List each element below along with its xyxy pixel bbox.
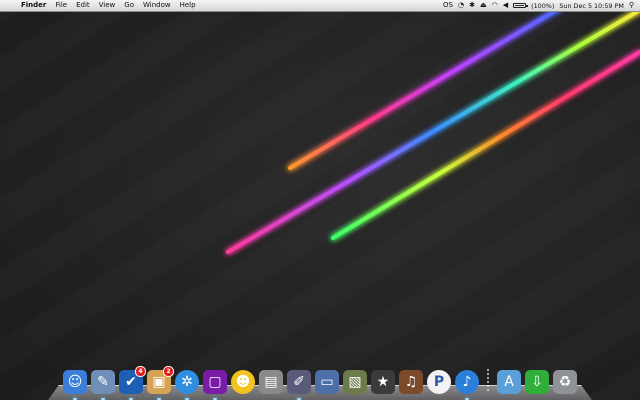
bluetooth-icon[interactable]: ✱	[469, 0, 475, 11]
spotlight-search-icon[interactable]: ⚲	[629, 0, 634, 11]
safari-icon: ✲	[175, 370, 199, 394]
dock: ☺ ✎ ✔ 4 ▣ 2 ✲ ▢ ☻ ▤ ✐ ▭ ▧ ★ ♫ P ♪ A ⇩ ♻	[62, 365, 578, 400]
iphoto-icon: ▧	[343, 370, 367, 394]
volume-icon[interactable]: ◀	[503, 0, 508, 11]
dock-item-preview[interactable]: ✎	[90, 369, 116, 400]
applications-folder-icon: A	[497, 370, 521, 394]
dock-item-trash[interactable]: ♻	[552, 369, 578, 395]
imovie-star-icon: ★	[371, 370, 395, 394]
menu-finder[interactable]: Finder	[21, 0, 46, 11]
dock-separator[interactable]	[487, 369, 489, 391]
streak-orange-blue	[288, 12, 558, 170]
menu-file[interactable]: File	[55, 0, 67, 11]
status-area: OS ◔ ✱ ⏏ ◠ ◀ (100%) Sun Dec 5 10:59 PM ⚲	[443, 0, 634, 11]
preview-icon: ✎	[91, 370, 115, 394]
dock-item-garageband[interactable]: ♫	[398, 369, 424, 395]
guitar-icon: ♫	[399, 370, 423, 394]
dock-item-screen[interactable]: ▢	[202, 369, 228, 400]
download-file-icon: ⇩	[525, 370, 549, 394]
menu-window[interactable]: Window	[143, 0, 171, 11]
dock-item-applications[interactable]: A	[496, 369, 522, 395]
dock-item-imovie[interactable]: ★	[370, 369, 396, 395]
keynote-icon: ▭	[315, 370, 339, 394]
dock-item-utility[interactable]: ▤	[258, 369, 284, 395]
dock-item-pandora[interactable]: P	[426, 369, 452, 395]
dock-item-finder[interactable]: ☺	[62, 369, 88, 400]
dock-item-photos[interactable]: ▧	[342, 369, 368, 395]
dock-item-messenger[interactable]: ☻	[230, 369, 256, 395]
menu-go[interactable]: Go	[124, 0, 134, 11]
finder-icon: ☺	[63, 370, 87, 394]
dock-item-safari[interactable]: ✲	[174, 369, 200, 400]
dock-item-itunes[interactable]: ♪	[454, 369, 480, 400]
dock-item-downloads[interactable]: ⇩	[524, 369, 550, 395]
brush-icon: ✐	[287, 370, 311, 394]
pandora-icon: P	[427, 370, 451, 394]
dock-item-mail[interactable]: ✔ 4	[118, 366, 146, 400]
streak-green-pink	[331, 50, 640, 240]
purple-screen-icon: ▢	[203, 370, 227, 394]
server-icon: ▤	[259, 370, 283, 394]
desktop-wallpaper	[0, 12, 640, 400]
trash-icon: ♻	[553, 370, 577, 394]
sync-status-label[interactable]: OS	[443, 0, 453, 11]
battery-percent[interactable]: (100%)	[531, 2, 554, 10]
dock-item-paint[interactable]: ✐	[286, 369, 312, 400]
dock-item-package[interactable]: ▣ 2	[146, 366, 174, 400]
dock-badge: 4	[135, 366, 146, 377]
neon-streaks	[226, 12, 640, 254]
menu-bar: Finder File Edit View Go Window Help OS …	[0, 0, 640, 12]
time-machine-icon[interactable]: ◔	[458, 0, 464, 11]
menu-edit[interactable]: Edit	[76, 0, 90, 11]
streak-rainbow	[226, 12, 640, 254]
dock-item-presenter[interactable]: ▭	[314, 369, 340, 395]
dock-badge: 2	[163, 366, 174, 377]
battery-icon[interactable]	[513, 3, 529, 8]
smiley-icon: ☻	[231, 370, 255, 394]
clock[interactable]: Sun Dec 5 10:59 PM	[559, 2, 624, 10]
menu-view[interactable]: View	[99, 0, 116, 11]
eject-icon[interactable]: ⏏	[480, 0, 487, 11]
menu-help[interactable]: Help	[180, 0, 196, 11]
itunes-icon: ♪	[455, 370, 479, 394]
wifi-icon[interactable]: ◠	[492, 0, 498, 11]
